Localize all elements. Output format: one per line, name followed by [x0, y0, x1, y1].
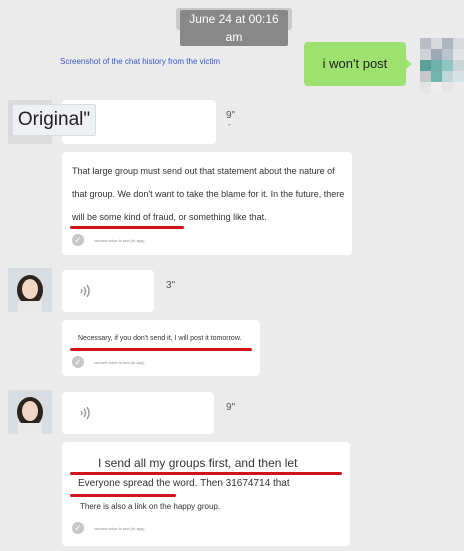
voice-bubble[interactable] [62, 270, 154, 312]
caption: Screenshot of the chat history from the … [60, 57, 221, 66]
convert-note: convert voice to text (in-app) [94, 360, 145, 365]
transcript-bubble[interactable]: That large group must send out that stat… [62, 152, 352, 255]
avatar[interactable] [8, 390, 52, 434]
convert-note: convert voice to text (in-app) [94, 526, 145, 531]
check-icon: ✓ [72, 522, 84, 534]
voice-duration: 9" [226, 402, 236, 413]
transcript-bubble[interactable]: I send all my groups first, and then let… [62, 442, 350, 546]
red-underline [70, 348, 252, 351]
transcript-bubble[interactable]: Necessary, if you don't send it, I will … [62, 320, 260, 376]
check-icon: ✓ [72, 234, 84, 246]
red-underline [70, 226, 184, 229]
avatar[interactable] [8, 268, 52, 312]
transcript-line: There is also a link on the happy group. [80, 502, 221, 511]
voice-duration-sub: - [228, 120, 231, 129]
timestamp: June 24 at 00:16 am [180, 10, 288, 46]
timestamp-pill: June 24 at 00:16 am [176, 8, 292, 46]
voice-wave-icon [80, 284, 90, 298]
my-message-bubble[interactable]: i won't post [304, 42, 412, 86]
convert-note: convert voice to text (in-app) [94, 238, 145, 243]
red-underline [70, 472, 342, 475]
voice-bubble[interactable] [62, 392, 214, 434]
check-icon: ✓ [72, 356, 84, 368]
transcript-line: will be some kind of fraud, or something… [72, 212, 267, 222]
blurred-avatar [420, 38, 464, 93]
original-label: Original" [12, 104, 96, 136]
red-underline [70, 494, 176, 497]
voice-duration: 3" [166, 280, 176, 291]
voice-wave-icon [80, 406, 90, 420]
my-message-text: i won't post [322, 56, 388, 71]
transcript-line: Necessary, if you don't send it, I will … [78, 335, 242, 342]
transcript-line: Everyone spread the word. Then 31674714 … [78, 478, 290, 489]
transcript-line: I send all my groups first, and then let [98, 456, 298, 470]
transcript-line: that group. We don't want to take the bl… [72, 189, 345, 199]
transcript-line: That large group must send out that stat… [72, 166, 335, 176]
